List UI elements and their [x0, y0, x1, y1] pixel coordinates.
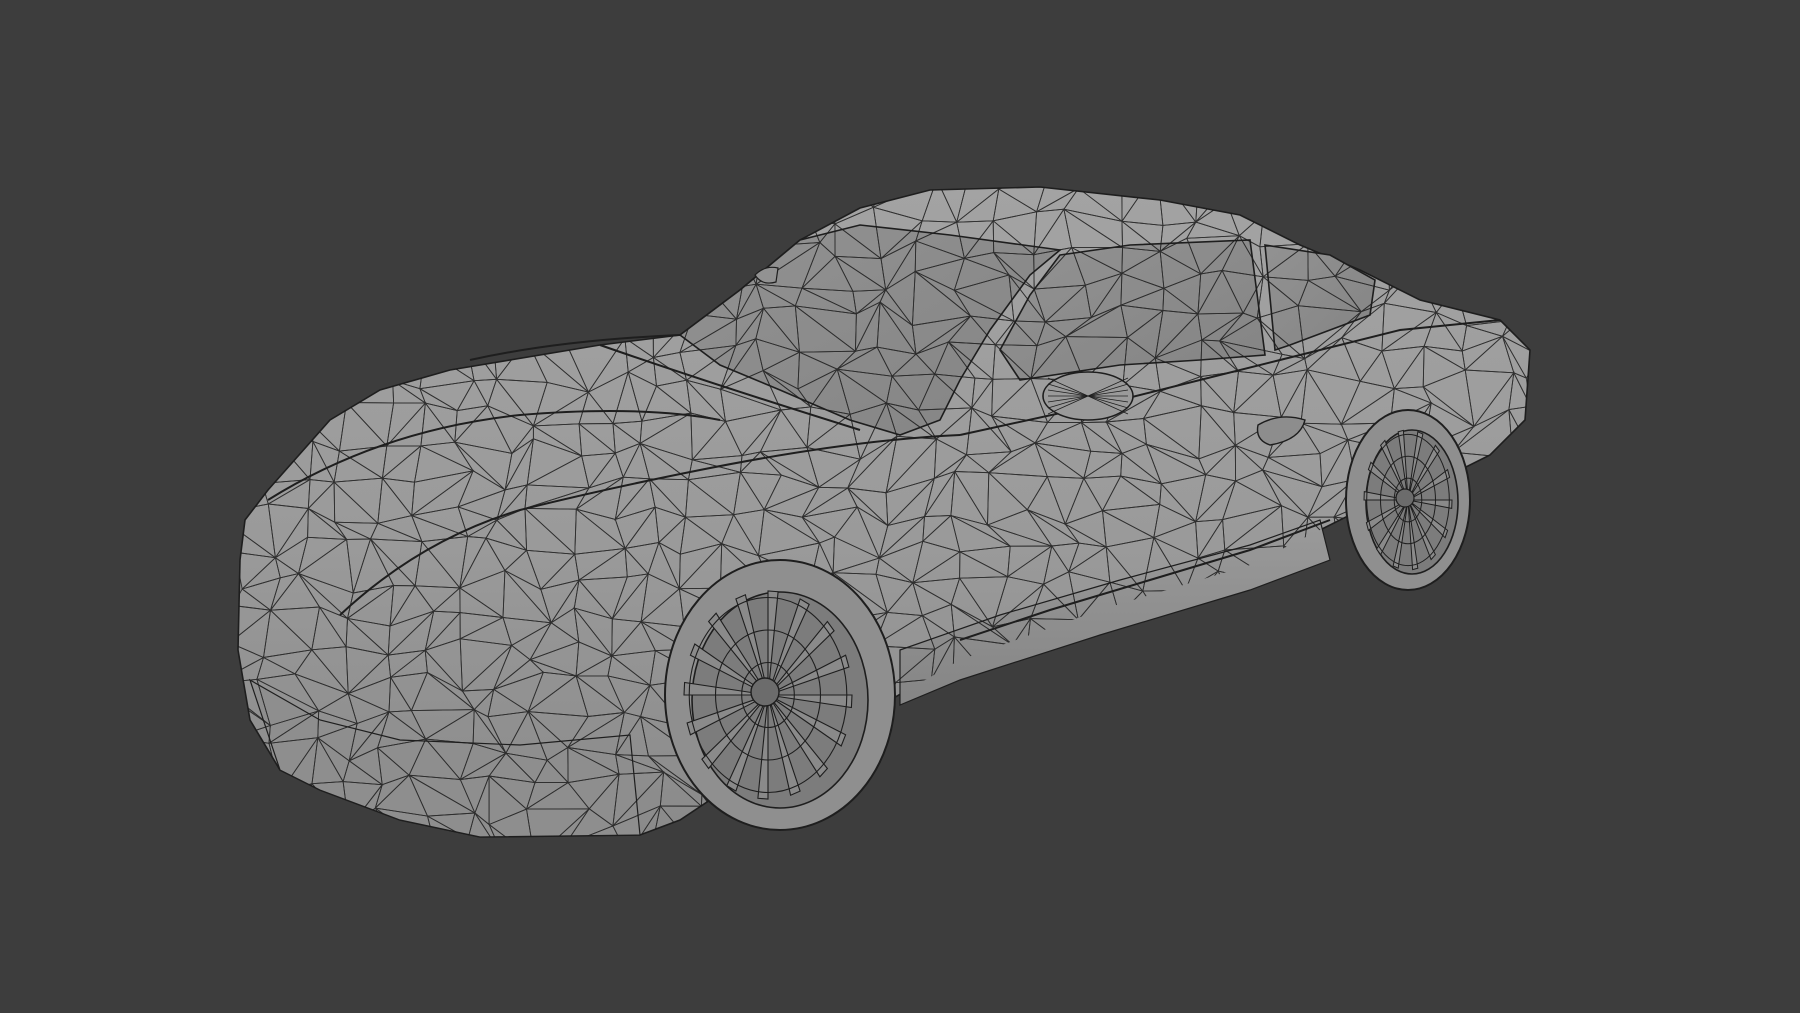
3d-viewport[interactable] [0, 0, 1800, 1013]
rear-wheel [1345, 409, 1471, 591]
car-model[interactable] [0, 0, 1800, 1013]
front-wheel [664, 559, 896, 831]
side-mirror [1042, 371, 1134, 421]
